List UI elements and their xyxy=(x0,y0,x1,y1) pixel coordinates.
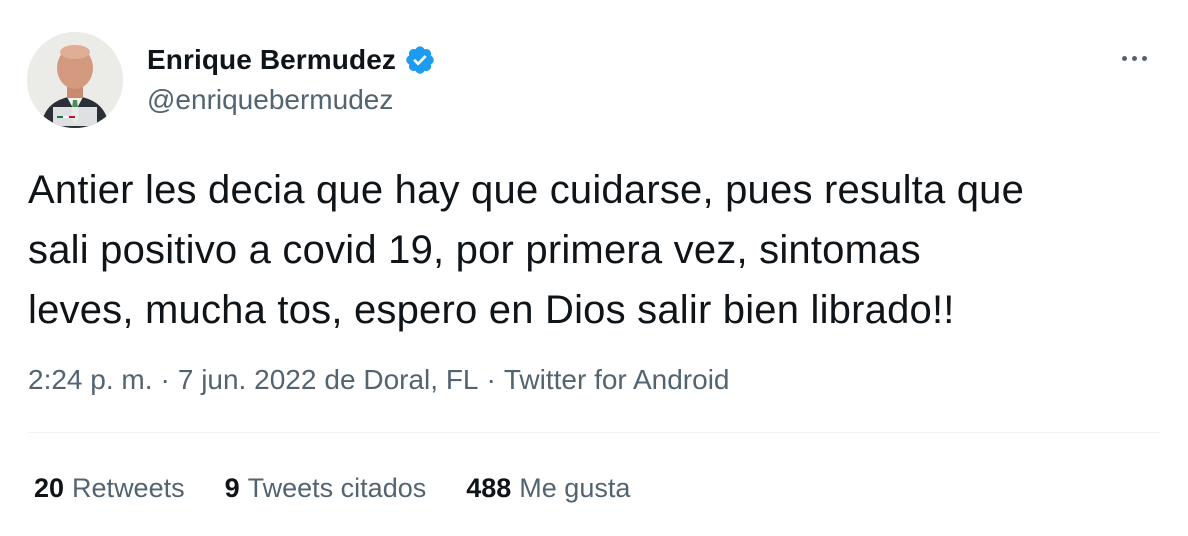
tweet-date[interactable]: 7 jun. 2022 xyxy=(178,362,317,398)
tweet-meta: 2:24 p. m. · 7 jun. 2022 de Doral, FL · … xyxy=(28,362,729,398)
tweet-detail: Enrique Bermudez @enriquebermudez Antier… xyxy=(0,0,1188,536)
retweets-label: Retweets xyxy=(72,473,185,503)
quote-tweets-count: 9 xyxy=(224,473,240,503)
likes-stat[interactable]: 488 Me gusta xyxy=(466,470,630,506)
likes-count: 488 xyxy=(466,473,512,503)
meta-separator: · xyxy=(486,364,496,395)
more-dot xyxy=(1141,55,1147,61)
display-name[interactable]: Enrique Bermudez xyxy=(147,42,396,78)
avatar[interactable] xyxy=(27,32,123,128)
meta-separator: · xyxy=(160,364,170,395)
tweet-stats: 20 Retweets 9 Tweets citados 488 Me gust… xyxy=(34,470,670,506)
profile-photo-icon xyxy=(27,32,123,128)
tweet-time[interactable]: 2:24 p. m. xyxy=(28,362,153,398)
author-name-row[interactable]: Enrique Bermudez xyxy=(147,42,436,78)
author-handle[interactable]: @enriquebermudez xyxy=(147,82,393,118)
likes-label: Me gusta xyxy=(519,473,631,503)
tweet-location: de Doral, FL xyxy=(324,364,479,395)
verified-badge-icon xyxy=(404,44,436,76)
divider xyxy=(28,432,1160,433)
more-horizontal-icon xyxy=(1121,55,1127,61)
quote-tweets-label: Tweets citados xyxy=(247,473,427,503)
quote-tweets-stat[interactable]: 9 Tweets citados xyxy=(225,470,427,506)
tweet-text: Antier les decia que hay que cuidarse, p… xyxy=(28,168,1025,332)
more-dot xyxy=(1131,55,1137,61)
retweets-stat[interactable]: 20 Retweets xyxy=(34,470,185,506)
tweet-source[interactable]: Twitter for Android xyxy=(504,362,730,398)
retweets-count: 20 xyxy=(34,473,65,503)
more-options-button[interactable] xyxy=(1114,42,1154,74)
